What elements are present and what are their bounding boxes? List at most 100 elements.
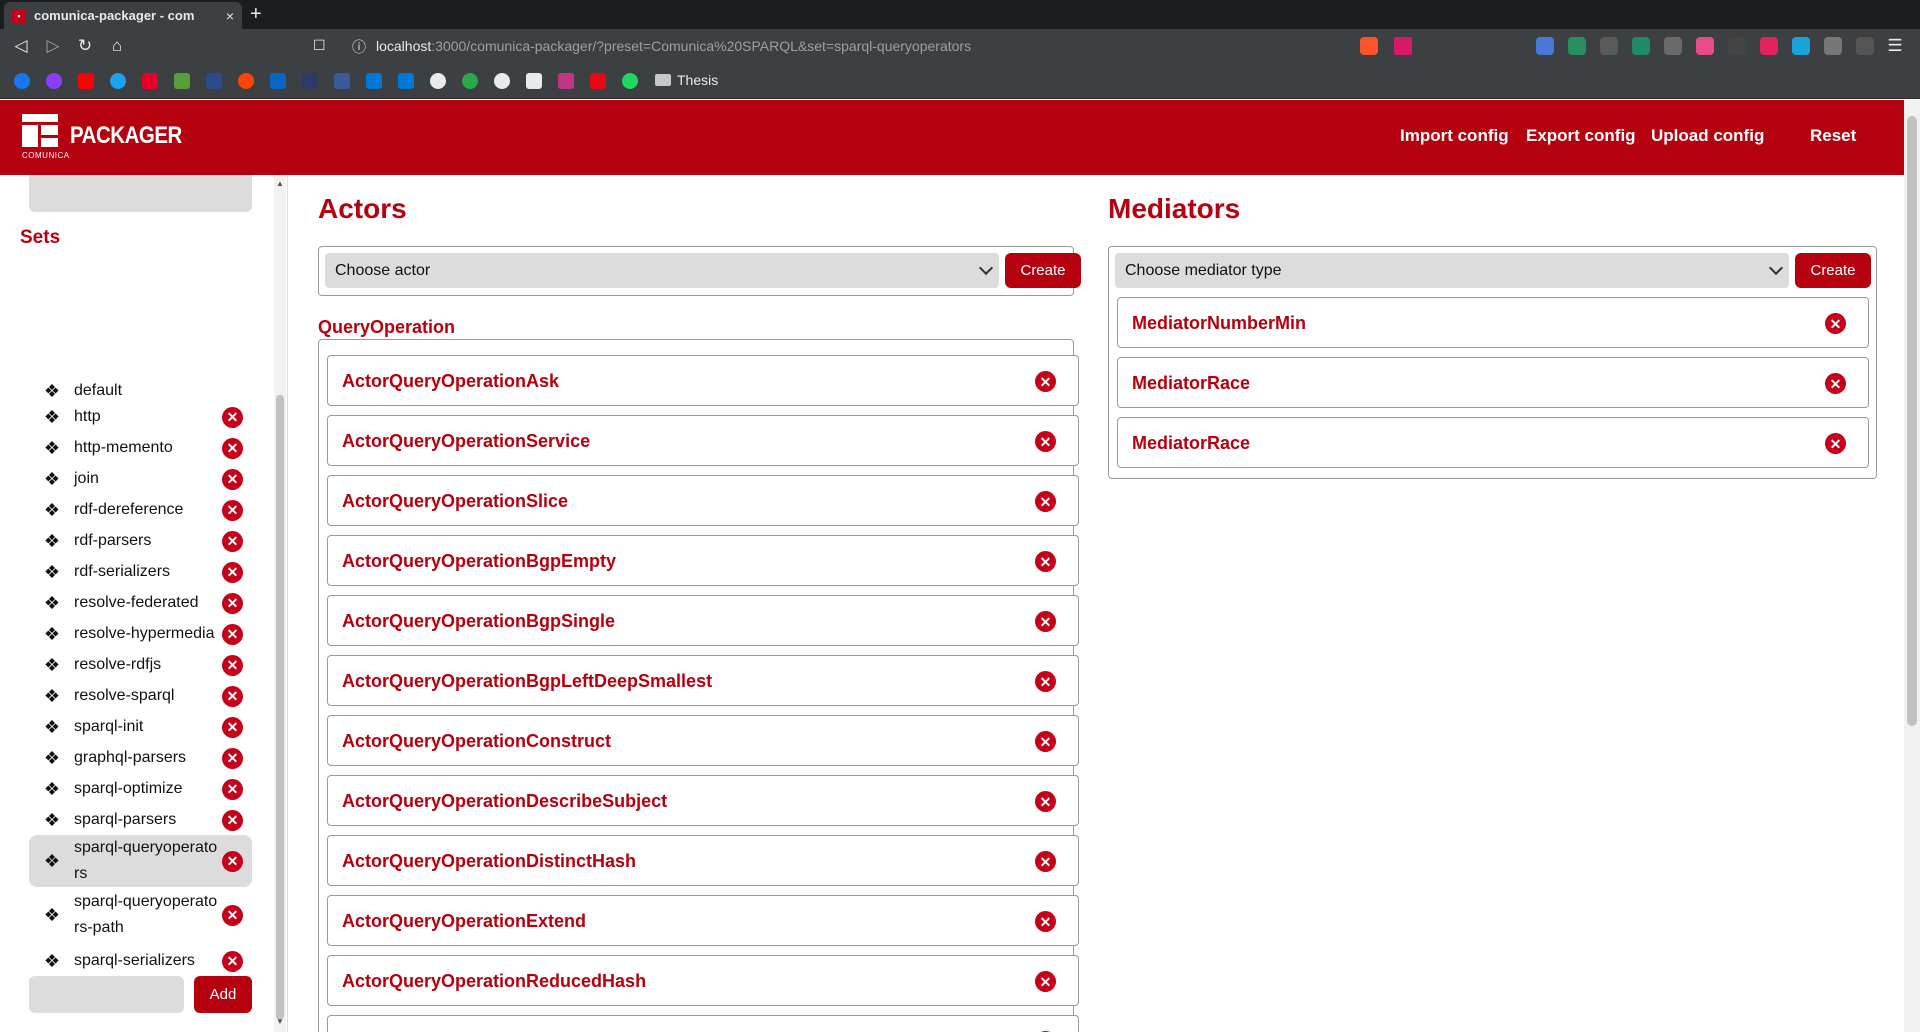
extensions-icon[interactable] (1824, 37, 1842, 55)
ext-icon-4[interactable] (1632, 37, 1650, 55)
brave-rewards-icon[interactable] (1394, 37, 1412, 55)
set-item-rdf-parsers[interactable]: ❖ rdf-parsers ✕ (29, 526, 252, 556)
messenger-bookmark-icon[interactable] (46, 73, 62, 89)
remove-set-icon[interactable]: ✕ (222, 437, 243, 459)
color-ext-icon[interactable] (1696, 37, 1714, 55)
globe-bookmark-icon[interactable] (494, 73, 510, 89)
remove-actor-icon[interactable]: ✕ (1035, 551, 1056, 572)
set-item-sparql-queryoperators-path[interactable]: ❖ sparql-queryoperators-path ✕ (29, 889, 252, 941)
bookmark-icon-6[interactable] (174, 73, 190, 89)
reload-icon[interactable]: ↻ (74, 35, 96, 57)
set-item-rdf-serializers[interactable]: ❖ rdf-serializers ✕ (29, 557, 252, 587)
ext-icon-9[interactable] (1792, 37, 1810, 55)
reading-list-icon[interactable] (1856, 37, 1874, 55)
remove-set-icon[interactable]: ✕ (222, 809, 243, 831)
actor-card[interactable]: ActorQueryOperationDescribeSubject ✕ (327, 775, 1079, 826)
export-config-link[interactable]: Export config (1526, 126, 1636, 146)
set-item-resolve-federated[interactable]: ❖ resolve-federated ✕ (29, 588, 252, 618)
github-bookmark-icon[interactable] (430, 73, 446, 89)
add-set-button[interactable]: Add (194, 976, 252, 1013)
bookmark-icon-10[interactable] (302, 73, 318, 89)
browser-tab[interactable]: ▪ comunica-packager - com × (4, 2, 242, 29)
remove-mediator-icon[interactable]: ✕ (1825, 313, 1846, 334)
remove-actor-icon[interactable]: ✕ (1035, 971, 1056, 992)
facebook-bookmark-icon[interactable] (14, 73, 30, 89)
youtube-bookmark-icon[interactable] (78, 73, 94, 89)
mediator-select[interactable]: Choose mediator type (1115, 253, 1789, 288)
remove-actor-icon[interactable]: ✕ (1035, 791, 1056, 812)
remove-set-icon[interactable]: ✕ (222, 950, 243, 972)
bookmark-icon-7[interactable] (206, 73, 222, 89)
remove-set-icon[interactable]: ✕ (222, 592, 243, 614)
linkedin-bookmark-icon[interactable] (270, 73, 286, 89)
mediator-card[interactable]: MediatorRace ✕ (1117, 417, 1869, 468)
page-scrollbar[interactable] (1904, 100, 1920, 1032)
import-config-link[interactable]: Import config (1400, 126, 1509, 146)
set-item-sparql-init[interactable]: ❖ sparql-init ✕ (29, 712, 252, 742)
set-item-graphql-parsers[interactable]: ❖ graphql-parsers ✕ (29, 743, 252, 773)
site-info-icon[interactable]: ⓘ (352, 37, 366, 57)
remove-actor-icon[interactable]: ✕ (1035, 851, 1056, 872)
actor-card[interactable]: ActorQueryOperationConstruct ✕ (327, 715, 1079, 766)
mediator-card[interactable]: MediatorNumberMin ✕ (1117, 297, 1869, 348)
scroll-down-icon[interactable]: ▼ (276, 1017, 284, 1026)
remove-set-icon[interactable]: ✕ (222, 499, 243, 521)
set-item-sparql-parsers[interactable]: ❖ sparql-parsers ✕ (29, 805, 252, 835)
remove-actor-icon[interactable]: ✕ (1035, 611, 1056, 632)
actor-card[interactable]: ActorQueryOperationExtend ✕ (327, 895, 1079, 946)
set-item-resolve-sparql[interactable]: ❖ resolve-sparql ✕ (29, 681, 252, 711)
reset-link[interactable]: Reset (1810, 126, 1856, 146)
bookmark-icon-11[interactable] (334, 73, 350, 89)
ext-icon-8[interactable] (1760, 37, 1778, 55)
actor-card[interactable]: ✕ (327, 1015, 1079, 1032)
actor-card[interactable]: ActorQueryOperationAsk ✕ (327, 355, 1079, 406)
set-item-sparql-optimize[interactable]: ❖ sparql-optimize ✕ (29, 774, 252, 804)
actor-card[interactable]: ActorQueryOperationBgpEmpty ✕ (327, 535, 1079, 586)
twitter-bookmark-icon[interactable] (110, 73, 126, 89)
tab-close-icon[interactable]: × (226, 8, 234, 24)
remove-set-icon[interactable]: ✕ (222, 654, 243, 676)
set-item-rdf-dereference[interactable]: ❖ rdf-dereference ✕ (29, 495, 252, 525)
preset-textarea[interactable] (29, 175, 252, 212)
remove-actor-icon[interactable]: ✕ (1035, 731, 1056, 752)
translate-ext-icon[interactable] (1536, 37, 1554, 55)
remove-set-icon[interactable]: ✕ (222, 468, 243, 490)
wikipedia-bookmark-icon[interactable] (526, 73, 542, 89)
create-mediator-button[interactable]: Create (1795, 253, 1871, 288)
react-ext-icon[interactable] (1600, 37, 1618, 55)
back-icon[interactable]: ◁ (10, 35, 32, 57)
actor-card[interactable]: ActorQueryOperationService ✕ (327, 415, 1079, 466)
mediator-card[interactable]: MediatorRace ✕ (1117, 357, 1869, 408)
set-item-sparql-queryoperators[interactable]: ❖ sparql-queryoperators ✕ (29, 835, 252, 887)
remove-set-icon[interactable]: ✕ (222, 716, 243, 738)
netflix-bookmark-icon[interactable] (590, 73, 606, 89)
remove-mediator-icon[interactable]: ✕ (1825, 433, 1846, 454)
actor-select[interactable]: Choose actor (325, 253, 999, 288)
remove-set-icon[interactable]: ✕ (222, 904, 243, 926)
sidebar-scrollbar[interactable]: ▲ ▼ (274, 175, 286, 1032)
remove-set-icon[interactable]: ✕ (222, 623, 243, 645)
remove-set-icon[interactable]: ✕ (222, 850, 243, 872)
set-item-join[interactable]: ❖ join ✕ (29, 464, 252, 494)
bookmark-icon-5[interactable] (142, 73, 158, 89)
actor-card[interactable]: ActorQueryOperationBgpLeftDeepSmallest ✕ (327, 655, 1079, 706)
new-tab-button[interactable]: + (250, 3, 262, 25)
new-set-input[interactable] (29, 976, 184, 1013)
set-item-resolve-hypermedia[interactable]: ❖ resolve-hypermedia ✕ (29, 619, 252, 649)
ext-icon-7[interactable] (1728, 37, 1746, 55)
brave-shield-icon[interactable] (1360, 37, 1378, 55)
actor-card[interactable]: ActorQueryOperationDistinctHash ✕ (327, 835, 1079, 886)
bookmark-folder-thesis[interactable]: Thesis (655, 72, 718, 88)
address-bar[interactable]: localhost:3000/comunica-packager/?preset… (376, 38, 971, 54)
reddit-bookmark-icon[interactable] (238, 73, 254, 89)
ext-icon-5[interactable] (1664, 37, 1682, 55)
set-item-http-memento[interactable]: ❖ http-memento ✕ (29, 433, 252, 463)
remove-mediator-icon[interactable]: ✕ (1825, 373, 1846, 394)
instagram-bookmark-icon[interactable] (558, 73, 574, 89)
remove-set-icon[interactable]: ✕ (222, 561, 243, 583)
actor-card[interactable]: ActorQueryOperationSlice ✕ (327, 475, 1079, 526)
remove-set-icon[interactable]: ✕ (222, 406, 243, 428)
actor-card[interactable]: ActorQueryOperationReducedHash ✕ (327, 955, 1079, 1006)
remove-set-icon[interactable]: ✕ (222, 778, 243, 800)
set-item-resolve-rdfjs[interactable]: ❖ resolve-rdfjs ✕ (29, 650, 252, 680)
